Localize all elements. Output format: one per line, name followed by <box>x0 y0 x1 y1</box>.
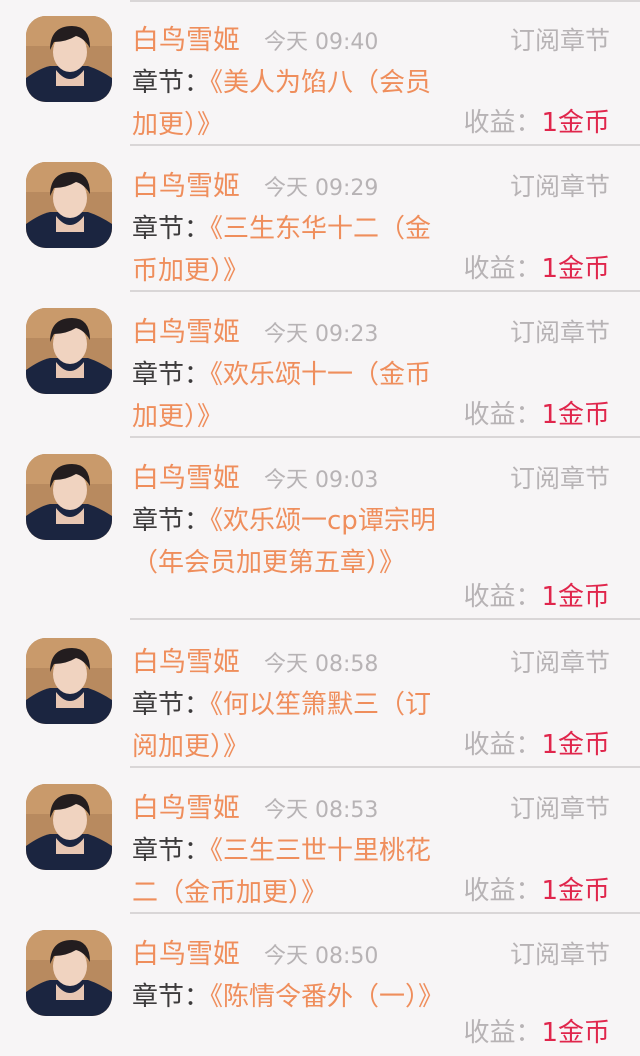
income-value: 1金币 <box>541 1018 610 1048</box>
timestamp: 今天 08:58 <box>264 652 379 677</box>
list-item[interactable]: 白鸟雪姬 今天 08:53 订阅章节 章节：《三生三世十里桃花二（金币加更）》 … <box>0 768 640 914</box>
subscription-income-list: 白鸟雪姬 今天 09:40 订阅章节 章节：《美人为馅八（会员加更）》 收益：1… <box>0 0 640 1056</box>
avatar-photo <box>26 16 112 102</box>
income-value: 1金币 <box>541 730 610 760</box>
timestamp: 今天 08:53 <box>264 798 379 823</box>
list-item[interactable]: 白鸟雪姬 今天 09:23 订阅章节 章节：《欢乐颂十一（金币加更）》 收益：1… <box>0 292 640 438</box>
user-name: 白鸟雪姬 <box>132 939 240 970</box>
list-item[interactable]: 白鸟雪姬 今天 08:58 订阅章节 章节：《何以笙箫默三（订阅加更）》 收益：… <box>0 622 640 768</box>
transaction-type: 订阅章节 <box>509 940 610 969</box>
avatar-photo <box>26 930 112 1016</box>
user-name: 白鸟雪姬 <box>132 647 240 678</box>
timestamp: 今天 09:29 <box>264 176 379 201</box>
timestamp: 今天 09:03 <box>264 468 379 493</box>
list-item[interactable]: 白鸟雪姬 今天 09:03 订阅章节 章节：《欢乐颂一cp谭宗明（年会员加更第五… <box>0 438 640 622</box>
avatar[interactable] <box>26 16 112 102</box>
avatar[interactable] <box>26 308 112 394</box>
chapter-line: 章节：《陈情令番外（一）》 <box>132 976 448 1018</box>
chapter-label: 章节： <box>132 836 211 866</box>
chapter-line: 章节：《欢乐颂十一（金币加更）》 <box>132 354 448 438</box>
avatar[interactable] <box>26 784 112 870</box>
income: 收益：1金币 <box>463 394 610 436</box>
chapter-label: 章节： <box>132 690 211 720</box>
income-value: 1金币 <box>541 108 610 138</box>
list-item[interactable]: 白鸟雪姬 今天 09:40 订阅章节 章节：《美人为馅八（会员加更）》 收益：1… <box>0 0 640 146</box>
avatar-photo <box>26 454 112 540</box>
income-label: 收益： <box>463 254 542 284</box>
income-value: 1金币 <box>541 582 610 612</box>
chapter-title[interactable]: 《陈情令番外（一）》 <box>210 982 444 1012</box>
chapter-label: 章节： <box>132 982 211 1012</box>
income: 收益：1金币 <box>463 576 610 618</box>
avatar[interactable] <box>26 162 112 248</box>
transaction-type: 订阅章节 <box>509 648 610 677</box>
user-name: 白鸟雪姬 <box>132 793 240 824</box>
user-name: 白鸟雪姬 <box>132 317 240 348</box>
income-label: 收益： <box>463 1018 542 1048</box>
income: 收益：1金币 <box>463 870 610 912</box>
income: 收益：1金币 <box>463 248 610 290</box>
avatar[interactable] <box>26 638 112 724</box>
divider <box>130 618 640 620</box>
chapter-line: 章节：《美人为馅八（会员加更）》 <box>132 62 448 146</box>
transaction-type: 订阅章节 <box>509 26 610 55</box>
user-name: 白鸟雪姬 <box>132 463 240 494</box>
income-value: 1金币 <box>541 254 610 284</box>
income-value: 1金币 <box>541 876 610 906</box>
income-label: 收益： <box>463 876 542 906</box>
timestamp: 今天 09:23 <box>264 322 379 347</box>
user-name: 白鸟雪姬 <box>132 171 240 202</box>
transaction-type: 订阅章节 <box>509 318 610 347</box>
chapter-line: 章节：《三生三世十里桃花二（金币加更）》 <box>132 830 448 914</box>
user-name: 白鸟雪姬 <box>132 25 240 56</box>
timestamp: 今天 09:40 <box>264 30 379 55</box>
avatar[interactable] <box>26 930 112 1016</box>
chapter-line: 章节：《欢乐颂一cp谭宗明（年会员加更第五章）》 <box>132 500 448 584</box>
chapter-label: 章节： <box>132 68 211 98</box>
avatar-photo <box>26 162 112 248</box>
income-label: 收益： <box>463 730 542 760</box>
income-value: 1金币 <box>541 400 610 430</box>
list-item[interactable]: 白鸟雪姬 今天 09:29 订阅章节 章节：《三生东华十二（金币加更）》 收益：… <box>0 146 640 292</box>
avatar[interactable] <box>26 454 112 540</box>
transaction-type: 订阅章节 <box>509 794 610 823</box>
transaction-type: 订阅章节 <box>509 464 610 493</box>
transaction-type: 订阅章节 <box>509 172 610 201</box>
income-label: 收益： <box>463 400 542 430</box>
avatar-photo <box>26 638 112 724</box>
avatar-photo <box>26 784 112 870</box>
list-item[interactable]: 白鸟雪姬 今天 08:50 订阅章节 章节：《陈情令番外（一）》 收益：1金币 <box>0 914 640 1056</box>
avatar-photo <box>26 308 112 394</box>
income: 收益：1金币 <box>463 102 610 144</box>
income: 收益：1金币 <box>463 1012 610 1054</box>
chapter-label: 章节： <box>132 214 211 244</box>
timestamp: 今天 08:50 <box>264 944 379 969</box>
income-label: 收益： <box>463 582 542 612</box>
chapter-line: 章节：《三生东华十二（金币加更）》 <box>132 208 448 292</box>
chapter-label: 章节： <box>132 360 211 390</box>
chapter-label: 章节： <box>132 506 211 536</box>
chapter-line: 章节：《何以笙箫默三（订阅加更）》 <box>132 684 448 768</box>
income: 收益：1金币 <box>463 724 610 766</box>
income-label: 收益： <box>463 108 542 138</box>
